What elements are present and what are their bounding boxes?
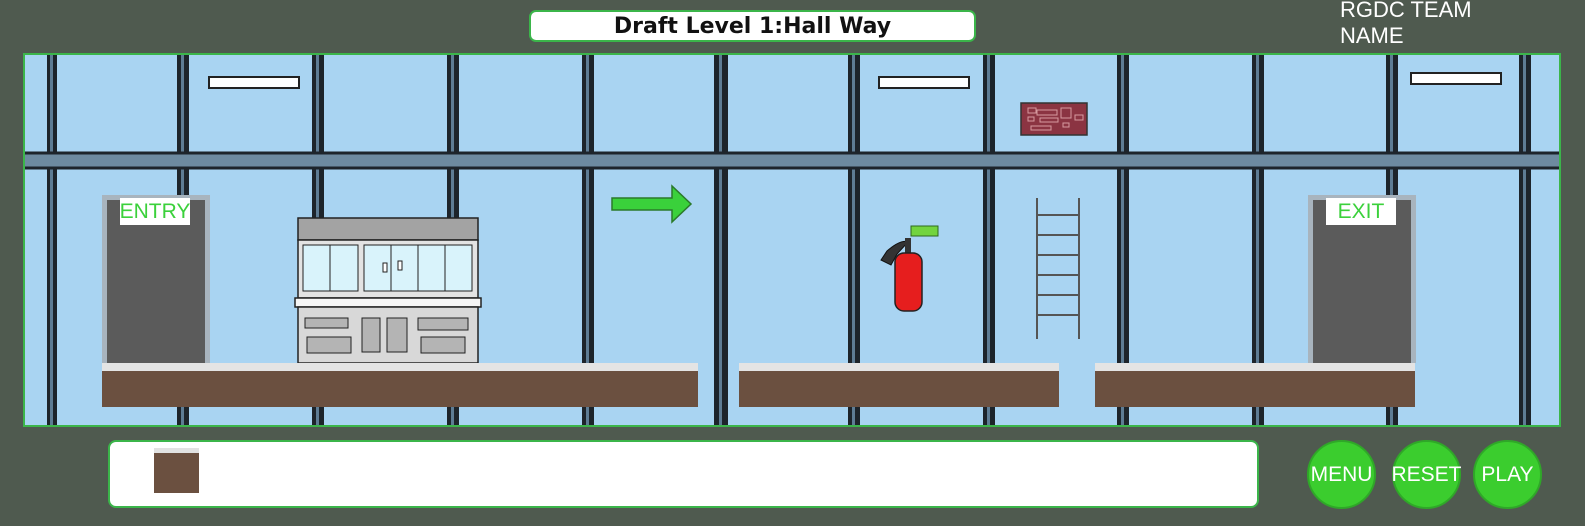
inventory-item-floor-block[interactable]	[154, 448, 199, 493]
game-scene[interactable]: ENTRY EXIT	[23, 53, 1561, 427]
menu-button[interactable]: MENU	[1307, 440, 1376, 509]
floor-platforms	[102, 363, 1415, 407]
reset-button[interactable]: RESET	[1392, 440, 1462, 509]
horizontal-beam	[25, 151, 1559, 170]
team-name: RGDC TEAM NAME	[1340, 0, 1472, 48]
entry-label: ENTRY	[120, 198, 190, 225]
vending-cabinet[interactable]	[294, 217, 482, 364]
fire-extinguisher[interactable]	[880, 225, 939, 312]
wall-control-panel	[1020, 102, 1088, 136]
inventory-bar[interactable]	[108, 440, 1259, 508]
wall-ladder[interactable]	[1036, 198, 1080, 339]
level-title: Draft Level 1:Hall Way	[529, 10, 976, 42]
scene-graphics	[25, 55, 1559, 425]
play-button[interactable]: PLAY	[1473, 440, 1542, 509]
exit-label: EXIT	[1326, 198, 1396, 225]
direction-arrow	[611, 184, 693, 224]
